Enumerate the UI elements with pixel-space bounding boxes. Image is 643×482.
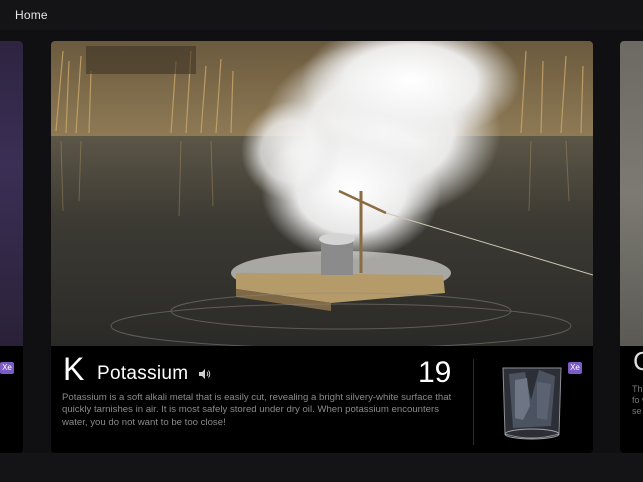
next-element-symbol: C — [633, 346, 643, 376]
bottom-bar — [0, 453, 643, 482]
element-sample-thumbnail[interactable] — [495, 360, 569, 444]
next-element-card[interactable]: C Th fo w se — [620, 41, 643, 453]
home-button[interactable]: Home — [15, 8, 48, 22]
previous-element-card[interactable]: Xe — [0, 41, 23, 453]
atomic-number: 19 — [418, 356, 452, 389]
next-element-description: Th fo w se — [632, 384, 643, 416]
element-description: Potassium is a soft alkali metal that is… — [62, 392, 452, 428]
element-info-panel: K Potassium 19 Potassium is a soft alkal… — [51, 346, 593, 453]
previous-element-photo — [0, 41, 23, 346]
element-symbol: K — [63, 351, 85, 387]
element-name: Potassium — [97, 363, 189, 384]
speaker-icon[interactable] — [199, 369, 211, 379]
previous-element-badge: Xe — [0, 362, 14, 374]
xe-badge: Xe — [568, 362, 582, 374]
top-bar: Home — [0, 0, 643, 30]
element-card[interactable]: K Potassium 19 Potassium is a soft alkal… — [51, 41, 593, 453]
next-element-photo — [620, 41, 643, 346]
element-video-frame[interactable] — [51, 41, 593, 346]
divider — [473, 359, 474, 445]
